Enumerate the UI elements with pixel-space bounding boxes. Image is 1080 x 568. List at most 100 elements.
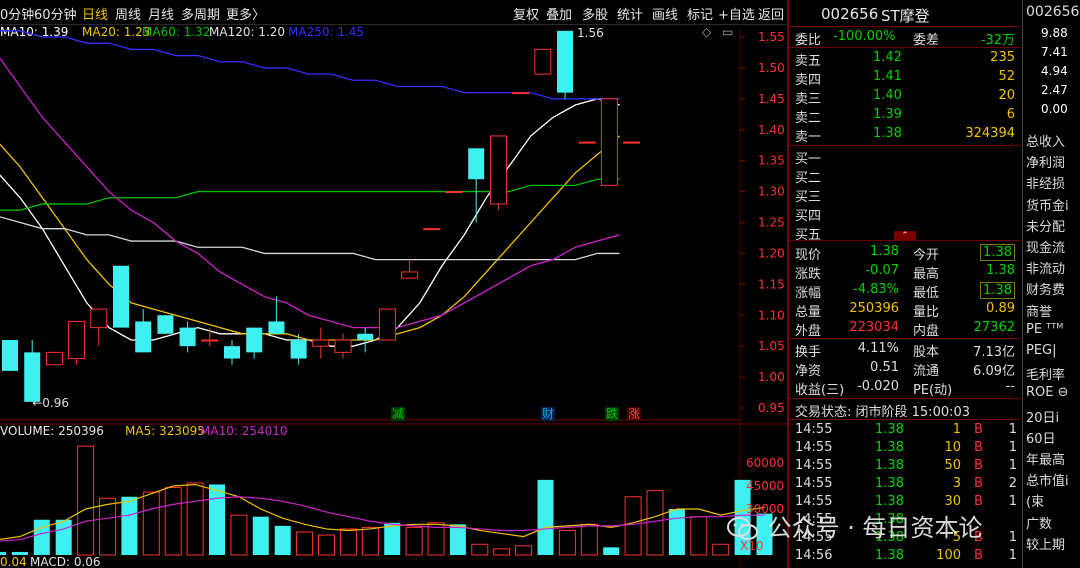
- stat-label: 收益(三): [795, 383, 845, 398]
- candle: [312, 327, 330, 359]
- fin-tick: 0.00: [1041, 102, 1068, 116]
- candle-body: [201, 339, 219, 342]
- candle: [201, 327, 219, 347]
- bid-label: 买一: [795, 152, 822, 167]
- collapse-toggle[interactable]: ⌃: [894, 231, 916, 241]
- kline-chart[interactable]: 1.55 1.50 1.45 1.40 1.35 1.30 1.25 1.20 1.15 1.10…: [0, 22, 788, 568]
- ask-label: 卖五: [795, 54, 822, 69]
- volume-bar: [164, 487, 182, 556]
- stat-value: --: [1005, 379, 1015, 394]
- candle: [378, 308, 396, 341]
- stock-code: 002656: [821, 5, 879, 23]
- stat-value: -0.020: [857, 379, 899, 394]
- watermark: 公众号 · 每日资本论: [726, 508, 1066, 542]
- volume-legend-item: VOLUME: 250396: [0, 424, 104, 438]
- volume-bar: [712, 543, 730, 556]
- candle-body: [157, 315, 174, 334]
- tab-more[interactable]: 更多〉: [226, 4, 265, 23]
- event-mark: 涨: [627, 406, 641, 421]
- tab-daily[interactable]: 日线: [82, 4, 108, 23]
- tick-time: 14:55: [795, 440, 833, 455]
- tick-count: 1: [1008, 458, 1017, 473]
- add-watchlist-button[interactable]: +自选: [718, 4, 755, 23]
- tab-60min[interactable]: 60分钟: [34, 4, 77, 23]
- fin-item: 60日: [1026, 431, 1056, 447]
- overlay-button[interactable]: 叠加: [546, 4, 572, 23]
- stat-row: 收益(三) -0.020 PE(动) --: [789, 378, 1021, 398]
- volume-bar: [603, 547, 620, 555]
- weicha-value: -32万: [980, 33, 1015, 48]
- ma250-line: [0, 30, 620, 100]
- stat-value: 7.13亿: [973, 345, 1015, 360]
- candle: [600, 98, 618, 186]
- candle: [623, 141, 641, 144]
- draw-line-button[interactable]: 画线: [652, 4, 678, 23]
- price-tick-label: 1.25: [758, 216, 785, 230]
- tab-monthly[interactable]: 月线: [148, 4, 174, 23]
- fin-item: 年最高: [1026, 453, 1066, 468]
- statistics-button[interactable]: 统计: [617, 4, 643, 23]
- stat-row: 现价 1.38 今开 1.38: [789, 243, 1021, 263]
- stat-value: 0.89: [986, 301, 1015, 316]
- fin-item: 未分配: [1026, 219, 1066, 235]
- ask-volume: 324394: [965, 126, 1015, 141]
- candle: [423, 228, 441, 231]
- weibi-value: -100.00%: [833, 29, 896, 44]
- ask-row: 卖二 1.39 6: [789, 106, 1021, 126]
- tick-row: 14:56 1.38 100 B 1: [789, 547, 1021, 566]
- fin-item: 财务费: [1026, 283, 1066, 299]
- candle: [68, 320, 86, 365]
- volume-bars: [0, 445, 773, 556]
- stock-header: 002656 ST摩登: [789, 4, 1021, 26]
- stat-row: 总量 250396 量比 0.89: [789, 300, 1021, 320]
- tab-multi-period[interactable]: 多周期: [181, 4, 220, 23]
- tick-price: 1.38: [875, 548, 904, 563]
- high-price-label: 1.56: [577, 26, 604, 40]
- tick-row: 14:55 1.38 1 B 1: [789, 421, 1021, 440]
- tick-price: 1.38: [875, 476, 904, 491]
- candle: [246, 327, 263, 359]
- back-button[interactable]: 返回: [758, 4, 784, 23]
- multi-stock-button[interactable]: 多股: [582, 4, 608, 23]
- macd-label: MACD: 0.06: [30, 555, 101, 568]
- candle: [557, 30, 573, 99]
- tick-flag: B: [974, 458, 983, 473]
- ask-price: 1.38: [873, 126, 902, 141]
- candle-body: [290, 339, 307, 359]
- tick-price: 1.38: [875, 458, 904, 473]
- candle-body: [423, 228, 441, 231]
- fin-item: 总收入: [1026, 135, 1066, 150]
- fin-item: 20日i: [1026, 410, 1060, 426]
- candle: [45, 351, 63, 366]
- fin-tick: 2.47: [1041, 83, 1068, 97]
- tick-volume: 1: [952, 422, 961, 437]
- tick-row: 14:55 1.38 10 B 1: [789, 439, 1021, 458]
- candle-body: [578, 141, 596, 144]
- stat-label: 流通: [913, 364, 940, 379]
- volume-bar: [99, 497, 116, 556]
- candle: [224, 339, 240, 365]
- tick-time: 14:55: [795, 494, 833, 509]
- fin-tick: 4.94: [1041, 64, 1068, 78]
- volume-bar: [339, 528, 357, 556]
- fin-item: PE ᵀᵀᴹ: [1026, 321, 1064, 337]
- fin-item: 毛利率: [1026, 368, 1066, 384]
- stat-label: 总量: [795, 305, 822, 320]
- fin-tick: 7.41: [1041, 45, 1068, 59]
- tab-30min[interactable]: 0分钟: [0, 4, 34, 23]
- event-mark-text: 减: [392, 407, 404, 421]
- price-axis: 1.55 1.50 1.45 1.40 1.35 1.30 1.25 1.20 1.15 1.10…: [740, 30, 785, 415]
- bid-label: 买四: [795, 209, 822, 224]
- fin-item: 现金流: [1026, 241, 1066, 256]
- mark-button[interactable]: 标记: [687, 4, 713, 23]
- ask-label: 卖一: [795, 130, 822, 145]
- stat-row: 涨跌 -0.07 最高 1.38: [789, 262, 1021, 282]
- candle: [179, 321, 196, 353]
- tab-weekly[interactable]: 周线: [115, 4, 141, 23]
- candle-body: [357, 333, 374, 340]
- price-tick-label: 1.15: [758, 277, 785, 291]
- stat-label: PE(动): [913, 383, 953, 398]
- tick-time: 14:55: [795, 476, 833, 491]
- fin-tick: 9.88: [1041, 26, 1068, 40]
- restore-rights-button[interactable]: 复权: [513, 4, 539, 23]
